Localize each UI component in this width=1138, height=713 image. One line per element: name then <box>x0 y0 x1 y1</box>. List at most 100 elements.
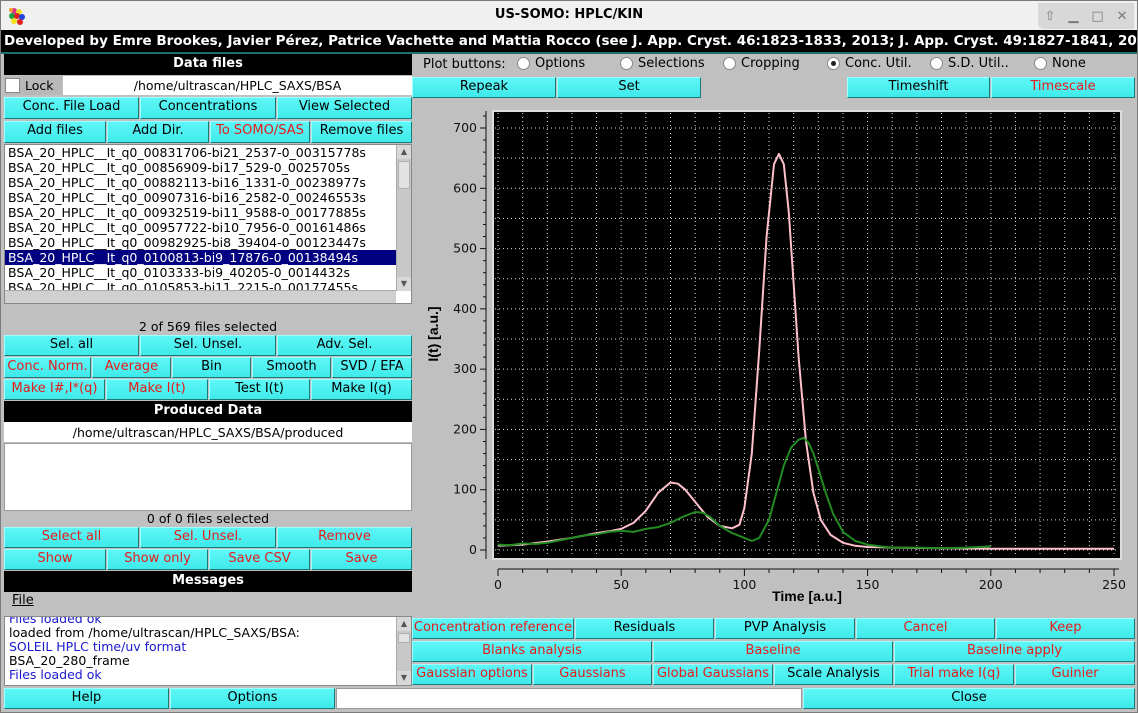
to-somo-sas-button[interactable]: To SOMO/SAS <box>210 121 310 143</box>
sel-unsel-button[interactable]: Sel. Unsel. <box>140 335 276 356</box>
test-it-button[interactable]: Test I(t) <box>209 379 310 400</box>
file-list-item[interactable]: BSA_20_HPLC__It_q0_00957722-bi10_7956-0_… <box>5 220 397 235</box>
adv-sel-button[interactable]: Adv. Sel. <box>277 335 412 356</box>
show-button[interactable]: Show <box>4 549 106 570</box>
file-list-item[interactable]: BSA_20_HPLC__It_q0_00831706-bi21_2537-0_… <box>5 145 397 160</box>
scroll-down-icon[interactable]: ▼ <box>397 277 411 291</box>
smooth-button[interactable]: Smooth <box>252 357 331 378</box>
global-gaussians-button[interactable]: Global Gaussians <box>653 664 773 685</box>
conc-file-load-button[interactable]: Conc. File Load <box>4 97 139 119</box>
produced-sel-unsel-button[interactable]: Sel. Unsel. <box>140 527 276 548</box>
up-icon[interactable]: ⇧ <box>1044 9 1055 24</box>
produced-files-list[interactable] <box>4 443 412 511</box>
add-dir-button[interactable]: Add Dir. <box>107 121 209 143</box>
scale-analysis-button[interactable]: Scale Analysis <box>774 664 893 685</box>
msg-scroll-down-icon[interactable]: ▼ <box>397 671 411 685</box>
msg-scroll-thumb[interactable] <box>398 633 410 643</box>
file-list-item[interactable]: BSA_20_HPLC__It_q0_0100813-bi9_17876-0_0… <box>5 250 397 265</box>
view-selected-button[interactable]: View Selected <box>277 97 412 119</box>
help-button[interactable]: Help <box>4 688 169 709</box>
repeak-button[interactable]: Repeak <box>412 77 556 98</box>
file-list-item[interactable]: BSA_20_HPLC__It_q0_00856909-bi17_529-0_0… <box>5 160 397 175</box>
radio-circle[interactable] <box>620 57 633 70</box>
guinier-button[interactable]: Guinier <box>1015 664 1135 685</box>
file-list-vscrollbar[interactable]: ▲ ▼ <box>396 145 411 291</box>
close-icon[interactable]: ✕ <box>1117 9 1128 24</box>
messages-vscrollbar[interactable]: ▲ ▼ <box>396 617 411 685</box>
radio-circle-checked[interactable] <box>827 57 840 70</box>
scroll-up-icon[interactable]: ▲ <box>397 145 411 159</box>
show-only-button[interactable]: Show only <box>107 549 208 570</box>
blanks-analysis-button[interactable]: Blanks analysis <box>412 641 652 662</box>
concentrations-button[interactable]: Concentrations <box>140 97 276 119</box>
scroll-thumb[interactable] <box>398 161 410 189</box>
add-files-button[interactable]: Add files <box>4 121 106 143</box>
pvp-analysis-button[interactable]: PVP Analysis <box>715 618 855 639</box>
messages-header: Messages <box>4 571 412 592</box>
radio-none[interactable]: None <box>1034 56 1086 71</box>
radio-options[interactable]: Options <box>517 56 585 71</box>
credits-banner: Developed by Emre Brookes, Javier Pérez,… <box>1 30 1138 54</box>
x-tick-label: 100 <box>732 577 756 592</box>
produced-remove-button[interactable]: Remove <box>277 527 412 548</box>
conc-norm-button[interactable]: Conc. Norm. <box>4 357 91 378</box>
file-list-item[interactable]: BSA_20_HPLC__It_q0_00907316-bi16_2582-0_… <box>5 190 397 205</box>
gaussian-options-button[interactable]: Gaussian options <box>412 664 532 685</box>
average-button[interactable]: Average <box>92 357 171 378</box>
baseline-button[interactable]: Baseline <box>653 641 893 662</box>
title-bar: US-SOMO: HPLC/KIN ⇧ ▁ □ ✕ <box>1 1 1137 30</box>
radio-selections[interactable]: Selections <box>620 56 705 71</box>
radio-sd-util[interactable]: S.D. Util.. <box>930 56 1009 71</box>
msg-scroll-up-icon[interactable]: ▲ <box>397 617 411 631</box>
it-chart[interactable]: 0 100 200 300 400 500 600 700 0 50 100 150 200 250 I… <box>413 104 1137 609</box>
file-list-item[interactable]: BSA_20_HPLC__It_q0_00982925-bi8_39404-0_… <box>5 235 397 250</box>
make-it-button[interactable]: Make I(t) <box>106 379 208 400</box>
radio-label: Conc. Util. <box>845 56 912 71</box>
lock-checkbox[interactable]: Lock <box>4 76 62 95</box>
sel-all-button[interactable]: Sel. all <box>4 335 139 356</box>
cancel-button[interactable]: Cancel <box>856 618 995 639</box>
timeshift-button[interactable]: Timeshift <box>847 77 990 98</box>
concentration-reference-button[interactable]: Concentration reference <box>412 618 574 639</box>
radio-cropping[interactable]: Cropping <box>723 56 800 71</box>
radio-circle[interactable] <box>930 57 943 70</box>
remove-files-button[interactable]: Remove files <box>311 121 412 143</box>
file-list-item[interactable]: BSA_20_HPLC__It_q0_00932519-bi11_9588-0_… <box>5 205 397 220</box>
radio-label: S.D. Util.. <box>948 56 1009 71</box>
data-files-list[interactable]: BSA_20_HPLC__It_q0_00831706-bi21_2537-0_… <box>4 144 412 304</box>
message-line: loaded from /home/ultrascan/HPLC_SAXS/BS… <box>9 625 300 640</box>
radio-circle[interactable] <box>517 57 530 70</box>
gaussians-button[interactable]: Gaussians <box>533 664 652 685</box>
window-controls: ⇧ ▁ □ ✕ <box>1038 3 1134 29</box>
file-list-item[interactable]: BSA_20_HPLC__It_q0_0103333-bi9_40205-0_0… <box>5 265 397 280</box>
trial-make-iq-button[interactable]: Trial make I(q) <box>894 664 1014 685</box>
radio-circle[interactable] <box>1034 57 1047 70</box>
lock-checkbox-box[interactable] <box>5 78 20 93</box>
options-button[interactable]: Options <box>170 688 335 709</box>
svd-efa-button[interactable]: SVD / EFA <box>332 357 412 378</box>
bin-button[interactable]: Bin <box>172 357 251 378</box>
app-window: US-SOMO: HPLC/KIN ⇧ ▁ □ ✕ Developed by E… <box>0 0 1138 713</box>
baseline-apply-button[interactable]: Baseline apply <box>894 641 1135 662</box>
lock-label: Lock <box>25 78 54 93</box>
radio-circle[interactable] <box>723 57 736 70</box>
plot-area[interactable] <box>492 110 1122 560</box>
timescale-button[interactable]: Timescale <box>991 77 1135 98</box>
messages-file-menu[interactable]: File <box>12 593 34 608</box>
messages-log[interactable]: Files loaded ok loaded from /home/ultrasc… <box>4 616 412 686</box>
maximize-icon[interactable]: □ <box>1091 9 1103 24</box>
make-iq-button[interactable]: Make I(q) <box>311 379 412 400</box>
message-lines: Files loaded ok loaded from /home/ultrasc… <box>5 617 411 682</box>
keep-button[interactable]: Keep <box>996 618 1135 639</box>
save-csv-button[interactable]: Save CSV <box>209 549 310 570</box>
save-button[interactable]: Save <box>311 549 412 570</box>
residuals-button[interactable]: Residuals <box>575 618 714 639</box>
radio-conc-util[interactable]: Conc. Util. <box>827 56 912 71</box>
produced-select-all-button[interactable]: Select all <box>4 527 139 548</box>
set-button[interactable]: Set <box>557 77 701 98</box>
file-list-item[interactable]: BSA_20_HPLC__It_q0_00882113-bi16_1331-0_… <box>5 175 397 190</box>
file-list-hscrollbar[interactable] <box>5 290 396 303</box>
close-button[interactable]: Close <box>803 688 1135 709</box>
make-i-hash-button[interactable]: Make I#,I*(q) <box>4 379 105 400</box>
minimize-icon[interactable]: ▁ <box>1068 9 1078 24</box>
